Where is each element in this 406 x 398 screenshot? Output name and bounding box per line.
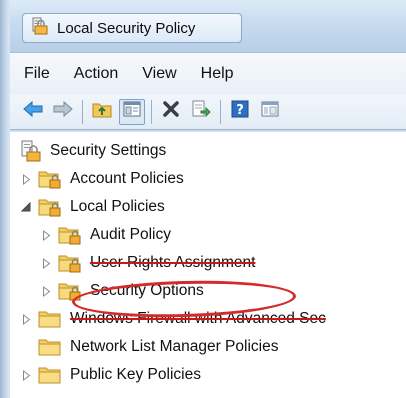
show-hide-tree-icon	[123, 101, 141, 122]
policy-folder-icon	[38, 197, 62, 217]
help-button[interactable]: ?	[227, 99, 253, 125]
policy-folder-icon	[58, 253, 82, 273]
back-arrow-icon	[23, 100, 43, 122]
tree-item-label: Local Policies	[70, 198, 165, 215]
window-frame-left	[0, 0, 10, 398]
security-policy-icon	[31, 16, 49, 41]
forward-arrow-icon	[53, 100, 73, 122]
expand-arrow-icon[interactable]	[40, 229, 52, 241]
tree-item-account-policies[interactable]: Account Policies	[20, 165, 184, 193]
tree-item-label: Security Settings	[50, 142, 167, 159]
delete-icon	[162, 100, 180, 123]
tree-item-local-policies[interactable]: Local Policies	[20, 193, 165, 221]
tree-item-security-options[interactable]: Security Options	[40, 277, 204, 305]
tree-item-label: Security Options	[90, 282, 204, 299]
menu-view[interactable]: View	[130, 65, 188, 83]
security-settings-icon	[20, 140, 42, 162]
policy-folder-icon	[58, 281, 82, 301]
back-button[interactable]	[20, 99, 46, 125]
toolbar-separator	[151, 99, 152, 124]
tree-item-security-settings[interactable]: Security Settings	[14, 137, 166, 165]
tree-item-network-list-manager-policies[interactable]: Network List Manager Policies	[20, 333, 278, 361]
expand-arrow-icon[interactable]	[20, 173, 32, 185]
folder-icon	[38, 337, 62, 357]
tree-item-audit-policy[interactable]: Audit Policy	[40, 221, 171, 249]
expand-arrow-icon[interactable]	[20, 313, 32, 325]
properties-pane-icon	[261, 101, 279, 122]
tree-item-label: Account Policies	[70, 170, 184, 187]
tree-item-public-key-policies[interactable]: Public Key Policies	[20, 361, 201, 389]
tree-item-label: Windows Firewall with Advanced Sec	[70, 310, 326, 327]
window-title: Local Security Policy	[57, 19, 196, 37]
tree-item-label: Audit Policy	[90, 226, 171, 243]
toolbar: ?	[10, 94, 406, 130]
up-folder-icon	[92, 100, 112, 123]
policy-folder-icon	[38, 169, 62, 189]
help-icon: ?	[231, 100, 249, 123]
tree-item-windows-firewall-with-advanced-sec[interactable]: Windows Firewall with Advanced Sec	[20, 305, 326, 333]
expand-arrow-icon[interactable]	[20, 369, 32, 381]
window-title-tab[interactable]: Local Security Policy	[22, 13, 242, 43]
folder-icon	[38, 309, 62, 329]
tree-item-label: Public Key Policies	[70, 366, 201, 383]
expand-arrow-icon[interactable]	[40, 257, 52, 269]
policy-folder-icon	[58, 225, 82, 245]
tree-item-user-rights-assignment[interactable]: User Rights Assignment	[40, 249, 255, 277]
tree-item-label: User Rights Assignment	[90, 254, 256, 271]
svg-text:?: ?	[236, 103, 244, 118]
properties-pane-button[interactable]	[257, 99, 283, 125]
tree-item-label: Network List Manager Policies	[70, 338, 279, 355]
up-one-level-button[interactable]	[89, 99, 115, 125]
export-list-icon	[191, 100, 211, 123]
console-tree[interactable]: Security Settings Account Policies Local P…	[10, 131, 406, 398]
title-bar[interactable]: Local Security Policy	[10, 0, 406, 52]
export-list-button[interactable]	[188, 99, 214, 125]
menu-bar: File Action View Help	[10, 52, 406, 94]
toolbar-separator	[82, 99, 83, 124]
menu-help[interactable]: Help	[189, 65, 246, 83]
expand-arrow-icon[interactable]	[40, 285, 52, 297]
local-security-policy-window: Local Security Policy File Action View H…	[0, 0, 406, 398]
folder-icon	[38, 365, 62, 385]
show-hide-tree-button[interactable]	[119, 98, 145, 125]
collapse-arrow-icon[interactable]	[20, 201, 32, 213]
toolbar-separator	[220, 99, 221, 124]
forward-button[interactable]	[50, 99, 76, 125]
menu-file[interactable]: File	[10, 65, 62, 83]
delete-button[interactable]	[158, 99, 184, 125]
menu-action[interactable]: Action	[62, 65, 130, 83]
